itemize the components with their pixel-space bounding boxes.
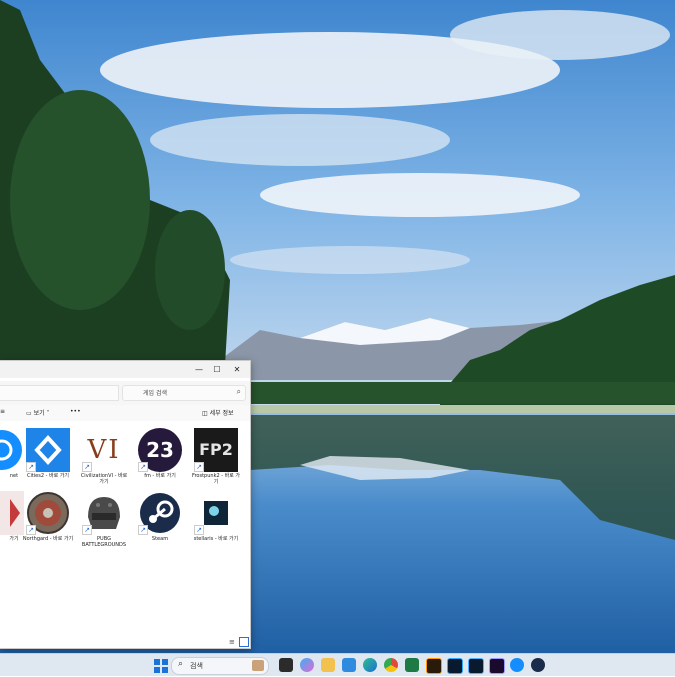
file-item[interactable]: FP2 ↗ Frostpunk2 - 바로 가기 (190, 428, 242, 485)
taskbar-search-label: 검색 (190, 662, 203, 670)
shortcut-arrow-icon: ↗ (138, 462, 148, 472)
file-label: fm - 바로 가기 (144, 473, 176, 479)
file-item[interactable]: ↗ Steam (134, 491, 186, 542)
more-button[interactable]: ••• (70, 408, 81, 415)
widgets-icon[interactable] (252, 660, 264, 671)
northgard-icon: ↗ (26, 491, 70, 535)
shortcut-arrow-icon: ↗ (82, 525, 92, 535)
windows-start-icon[interactable] (154, 658, 168, 673)
shortcut-arrow-icon: ↗ (26, 525, 36, 535)
search-input[interactable]: 게임 검색 ⌕ (122, 385, 246, 401)
shortcut-arrow-icon: ↗ (138, 525, 148, 535)
file-item[interactable]: ↗ PUBG BATTLEGROUNDS (78, 491, 130, 548)
large-icons-view-icon[interactable] (239, 637, 249, 647)
store-icon[interactable] (342, 658, 356, 672)
file-item[interactable]: 23 ↗ fm - 바로 가기 (134, 428, 186, 479)
close-button[interactable]: ✕ (230, 363, 244, 376)
minimize-button[interactable]: — (192, 363, 206, 376)
maximize-button[interactable]: ☐ (210, 363, 224, 376)
details-label: 세부 정보 (209, 410, 234, 417)
search-icon: ⌕ (236, 387, 241, 396)
view-button[interactable]: ▭ 보기 ˅ (26, 408, 50, 417)
file-label: Frostpunk2 - 바로 가기 (191, 473, 241, 485)
shortcut-arrow-icon: ↗ (26, 462, 36, 472)
sort-icon[interactable]: ≡ (0, 408, 5, 415)
file-label: CivilizationVI - 바로 가기 (80, 473, 128, 485)
file-label: Cities2 - 바로 가기 (26, 473, 70, 479)
file-explorer-icon[interactable] (321, 658, 335, 672)
status-bar: ≡ (0, 636, 250, 648)
copilot-icon[interactable] (300, 658, 314, 672)
file-label: Steam (151, 536, 169, 542)
search-placeholder: 게임 검색 (143, 390, 167, 397)
illustrator-icon[interactable] (426, 658, 442, 674)
steam-icon: ↗ (138, 491, 182, 535)
details-button[interactable]: ◫ 세부 정보 (202, 408, 234, 417)
premiere-icon[interactable] (489, 658, 505, 674)
file-label: stellaris - 바로 가기 (193, 536, 239, 542)
lightroom-icon[interactable] (468, 658, 484, 674)
taskbar: ⌕ 검색 (0, 653, 675, 676)
file-label: PUBG BATTLEGROUNDS (81, 536, 127, 548)
address-bar-row: 게임 검색 ⌕ (0, 381, 250, 405)
football-manager-icon: 23 ↗ (138, 428, 182, 472)
shortcut-arrow-icon: ↗ (194, 525, 204, 535)
pubg-icon: ↗ (82, 491, 126, 535)
edge-icon[interactable] (363, 658, 377, 672)
file-item[interactable]: ↗ Northgard - 바로 가기 (22, 491, 74, 542)
task-view-icon[interactable] (279, 658, 293, 672)
search-icon: ⌕ (178, 659, 184, 669)
battlenet-icon (0, 428, 24, 472)
stellaris-icon: ↗ (194, 491, 238, 535)
title-bar[interactable]: — ☐ ✕ (0, 361, 250, 378)
file-explorer-window[interactable]: — ☐ ✕ 게임 검색 ⌕ ≡ ▭ 보기 ˅ ••• ◫ 세부 정보 net ↗… (0, 360, 251, 649)
address-bar[interactable] (0, 385, 119, 401)
chrome-icon[interactable] (384, 658, 398, 672)
frostpunk2-icon: FP2 ↗ (194, 428, 238, 472)
file-item[interactable]: ↗ Cities2 - 바로 가기 (22, 428, 74, 479)
battlenet-icon[interactable] (510, 658, 524, 672)
file-item[interactable]: VI ↗ CivilizationVI - 바로 가기 (78, 428, 130, 485)
steam-icon[interactable] (531, 658, 545, 672)
shortcut-arrow-icon: ↗ (194, 462, 204, 472)
file-label: Northgard - 바로 가기 (22, 536, 74, 542)
details-view-icon[interactable]: ≡ (229, 638, 235, 646)
taskbar-search[interactable]: ⌕ 검색 (171, 657, 269, 675)
shortcut-arrow-icon: ↗ (82, 462, 92, 472)
cities2-icon: ↗ (26, 428, 70, 472)
photoshop-icon[interactable] (447, 658, 463, 674)
civilization-icon: VI ↗ (82, 428, 126, 472)
file-list: net ↗ Cities2 - 바로 가기 VI ↗ CivilizationV… (0, 421, 250, 636)
command-bar: ≡ ▭ 보기 ˅ ••• ◫ 세부 정보 (0, 405, 250, 422)
excel-icon[interactable] (405, 658, 419, 672)
view-label: 보기 (33, 410, 45, 417)
game-icon (0, 491, 24, 535)
file-item[interactable]: ↗ stellaris - 바로 가기 (190, 491, 242, 542)
